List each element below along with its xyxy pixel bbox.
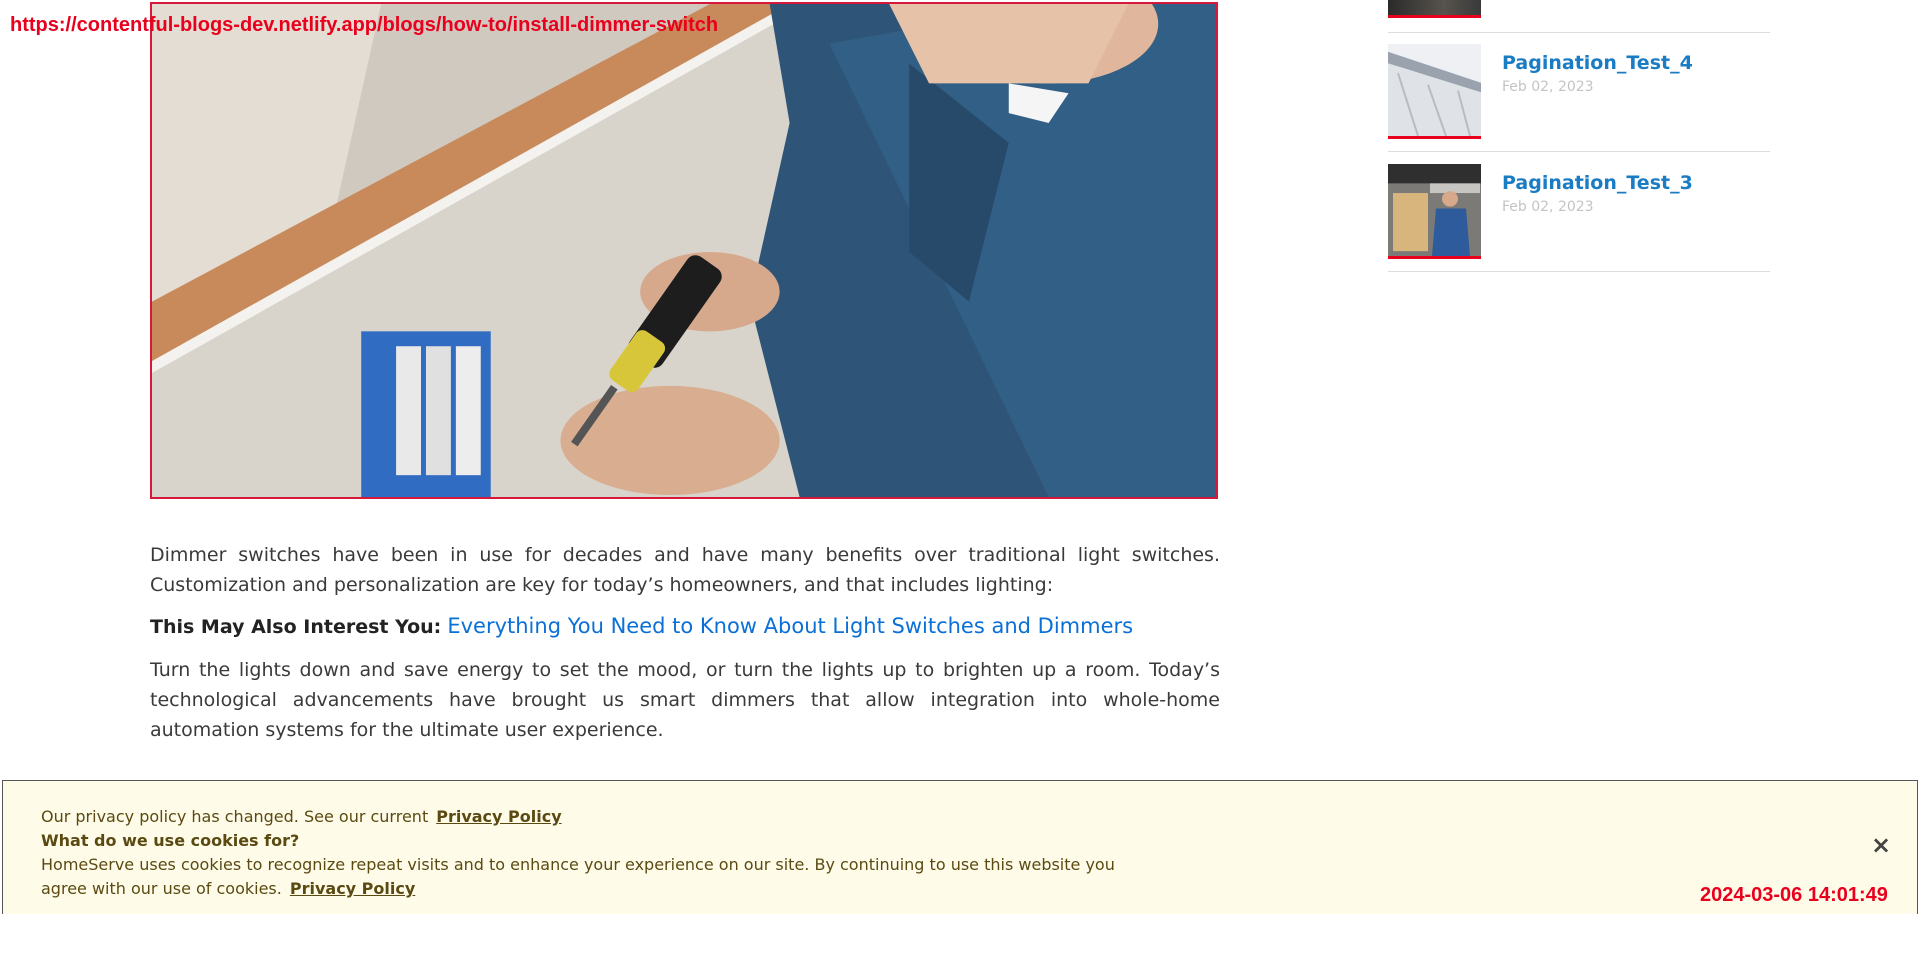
sidebar-post-thumbnail[interactable] [1388, 44, 1481, 139]
sidebar-post-thumbnail[interactable] [1388, 164, 1481, 259]
sidebar-post-date: Feb 02, 2023 [1502, 199, 1594, 215]
related-article-link[interactable]: Everything You Need to Know About Light … [447, 614, 1133, 638]
related-article-lead: This May Also Interest You: [150, 616, 442, 638]
sidebar-post[interactable]: Pagination_Test_3 Feb 02, 2023 [1388, 164, 1770, 259]
related-article: This May Also Interest You: Everything Y… [150, 614, 1133, 638]
sidebar-post-title[interactable]: Pagination_Test_4 [1502, 52, 1693, 74]
house-eave-image [1388, 44, 1481, 136]
cookie-banner: Our privacy policy has changed. See our … [2, 780, 1918, 914]
cookie-heading: What do we use cookies for? [41, 831, 300, 850]
sidebar-divider [1388, 271, 1770, 272]
privacy-policy-link[interactable]: Privacy Policy [290, 879, 415, 898]
sidebar-divider [1388, 32, 1770, 33]
article-paragraph-1: Dimmer switches have been in use for dec… [150, 544, 1220, 596]
sidebar-post-title[interactable]: Pagination_Test_3 [1502, 172, 1693, 194]
cookie-body-line-1: HomeServe uses cookies to recognize repe… [41, 855, 1115, 874]
capture-timestamp: 2024-03-06 14:01:49 [1700, 884, 1888, 906]
privacy-policy-link[interactable]: Privacy Policy [436, 807, 561, 826]
cookie-consent-text: agree with our use of cookies. [41, 879, 282, 898]
sidebar-post[interactable]: Pagination_Test_4 Feb 02, 2023 [1388, 44, 1770, 139]
hero-illustration [152, 4, 1216, 497]
cookie-body-line-2: agree with our use of cookies. Privacy Po… [41, 879, 415, 898]
url-overlay: https://contentful-blogs-dev.netlify.app… [10, 14, 719, 36]
hero-image [150, 2, 1218, 499]
cookie-policy-text: Our privacy policy has changed. See our … [41, 807, 429, 826]
technician-image [1388, 164, 1481, 256]
close-icon[interactable]: × [1869, 833, 1893, 857]
sidebar-thumbnail-partial[interactable] [1388, 0, 1481, 18]
sidebar-divider [1388, 151, 1770, 152]
article-paragraph-2: Turn the lights down and save energy to … [150, 659, 1220, 741]
sidebar-post-date: Feb 02, 2023 [1502, 79, 1594, 95]
cookie-policy-notice: Our privacy policy has changed. See our … [41, 807, 562, 826]
